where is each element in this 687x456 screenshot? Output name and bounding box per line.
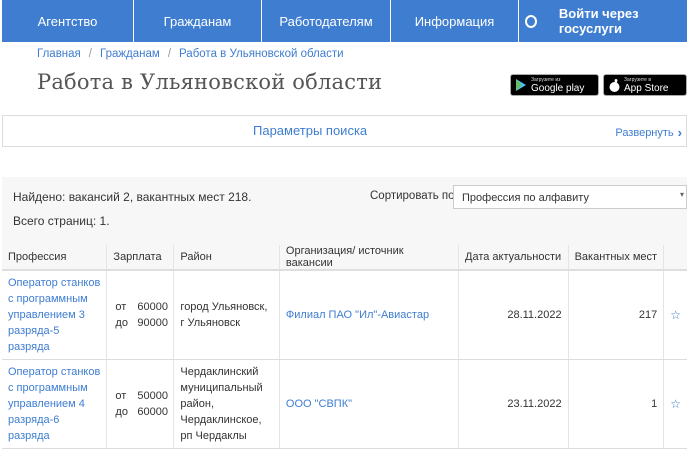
nav-item-citizens[interactable]: Гражданам: [134, 0, 262, 42]
org-cell: ООО "СВПК": [279, 359, 460, 449]
nav-item-agency[interactable]: Агентство: [2, 0, 134, 42]
table-header-row: Профессия Зарплата Район Организация/ ис…: [2, 245, 687, 271]
district-cell: город Ульяновск, г Ульяновск: [173, 270, 280, 360]
top-navigation: Агентство Гражданам Работодателям Информ…: [0, 0, 687, 42]
org-link[interactable]: Филиал ПАО "Ил"-Авиастар: [286, 309, 429, 321]
apple-icon: [608, 78, 620, 92]
salary-cell: от 50000 до 60000: [106, 359, 175, 449]
table-row: Оператор станков с программным управлени…: [2, 359, 687, 449]
district-cell: Чердаклинский муниципальный район, Черда…: [173, 359, 280, 449]
login-label: Войти через госуслуги: [558, 6, 639, 36]
salary-to: 60000: [137, 406, 169, 418]
col-vacancies[interactable]: Вакантных мест: [568, 245, 665, 271]
search-params-bar[interactable]: Параметры поиска Развернуть ›: [2, 115, 687, 147]
org-link[interactable]: ООО "СВПК": [286, 398, 352, 410]
salary-to-label: до: [115, 406, 128, 418]
sort-select-value: Профессия по алфавиту: [462, 192, 589, 204]
app-store-badge[interactable]: Загрузите в App Store: [603, 74, 687, 96]
breadcrumb-separator: /: [88, 48, 92, 60]
col-profession[interactable]: Профессия: [2, 245, 108, 271]
google-badge-big: Google play: [531, 82, 585, 94]
search-params-title[interactable]: Параметры поиска: [253, 123, 367, 138]
table-row: Оператор станков с программным управлени…: [2, 270, 687, 360]
chevron-right-icon: ›: [677, 125, 682, 140]
date-cell: 28.11.2022: [458, 270, 569, 360]
salary-from: 50000: [137, 390, 169, 402]
nav-item-information[interactable]: Информация: [391, 0, 519, 42]
vacancies-cell: 1: [568, 359, 665, 449]
profession-link[interactable]: Оператор станков с программным управлени…: [8, 277, 100, 353]
col-organization[interactable]: Организация/ источник вакансии: [279, 245, 460, 271]
date-cell: 23.11.2022: [458, 359, 569, 449]
salary-to-label: до: [115, 317, 128, 329]
pages-count: Всего страниц: 1.: [13, 214, 110, 228]
salary-cell: от 60000 до 90000: [106, 270, 175, 360]
play-icon: [515, 78, 527, 92]
circle-icon: [525, 14, 537, 28]
org-cell: Филиал ПАО "Ил"-Авиастар: [279, 270, 460, 360]
sort-label: Сортировать по:: [370, 190, 458, 202]
page-title: Работа в Ульяновской области: [37, 70, 383, 94]
dropdown-arrow-icon: ▾: [679, 190, 684, 199]
breadcrumb-separator: /: [167, 48, 172, 60]
breadcrumb-home[interactable]: Главная: [37, 48, 81, 60]
col-favorite: [663, 245, 687, 271]
profession-link[interactable]: Оператор станков с программным управлени…: [8, 366, 100, 442]
breadcrumb-citizens[interactable]: Гражданам: [100, 48, 160, 60]
profession-cell: Оператор станков с программным управлени…: [2, 359, 108, 449]
col-salary[interactable]: Зарплата: [106, 245, 175, 271]
col-district[interactable]: Район: [173, 245, 280, 271]
salary-from: 60000: [137, 301, 169, 313]
expand-button[interactable]: Развернуть ›: [615, 125, 682, 140]
salary-to: 90000: [137, 317, 169, 329]
breadcrumb: Главная / Гражданам / Работа в Ульяновск…: [37, 48, 344, 60]
expand-label: Развернуть: [615, 126, 674, 139]
results-count: Найдено: вакансий 2, вакантных мест 218.: [13, 190, 252, 204]
google-play-badge[interactable]: Загрузите из Google play: [510, 74, 599, 96]
col-date[interactable]: Дата актуальности: [458, 245, 569, 271]
star-icon[interactable]: ☆: [663, 359, 687, 449]
sort-select[interactable]: Профессия по алфавиту ▾: [453, 185, 687, 209]
star-icon[interactable]: ☆: [663, 270, 687, 360]
nav-item-employers[interactable]: Работодателям: [262, 0, 391, 42]
vacancies-cell: 217: [568, 270, 665, 360]
profession-cell: Оператор станков с программным управлени…: [2, 270, 108, 360]
apple-badge-big: App Store: [624, 82, 669, 94]
salary-from-label: от: [115, 301, 127, 313]
breadcrumb-current[interactable]: Работа в Ульяновской области: [179, 48, 344, 60]
vacancies-table: Профессия Зарплата Район Организация/ ис…: [2, 245, 687, 449]
login-gosuslugi-button[interactable]: Войти через госуслуги: [519, 0, 687, 42]
salary-from-label: от: [115, 390, 127, 402]
